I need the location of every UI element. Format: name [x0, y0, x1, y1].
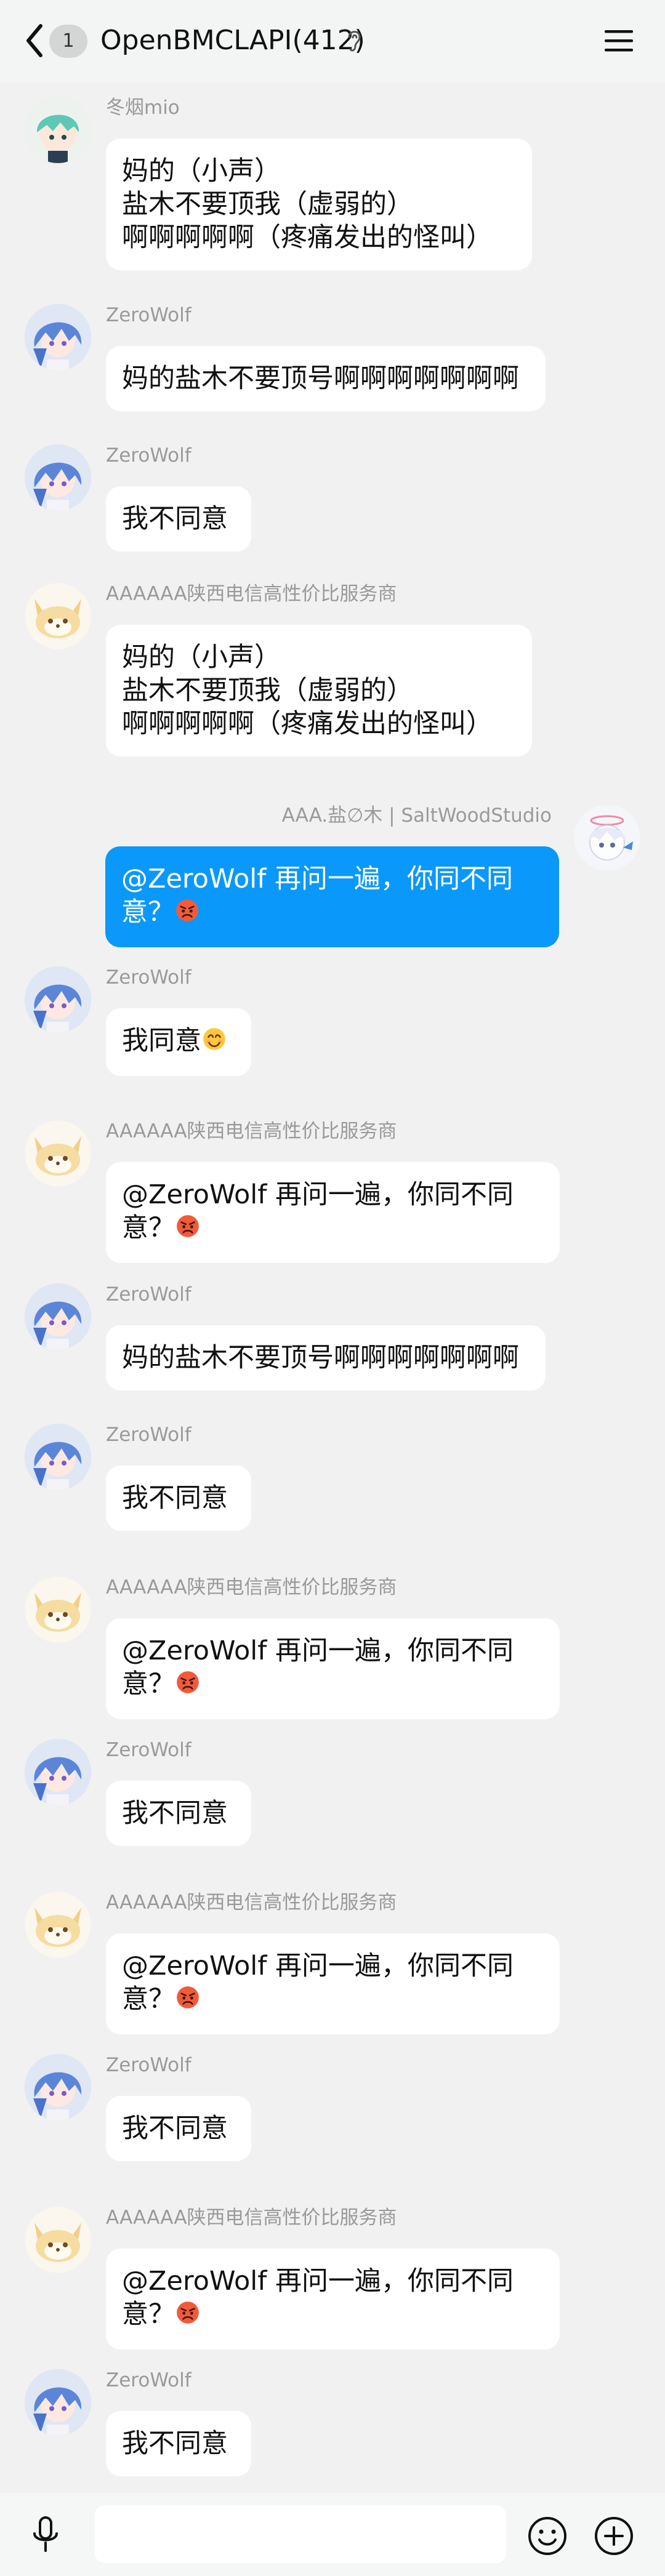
blue-hair-character-avatar[interactable]	[25, 2054, 91, 2121]
fox-avatar[interactable]	[25, 1120, 91, 1187]
blue-hair-character-avatar[interactable]	[25, 444, 91, 511]
message-bubble[interactable]: 我不同意	[106, 1781, 251, 1846]
message-text: 我不同意	[122, 2428, 228, 2459]
ear-icon[interactable]	[345, 27, 363, 54]
sender-name[interactable]: ZeroWolf	[106, 2368, 191, 2393]
sender-name[interactable]: ZeroWolf	[106, 303, 191, 327]
message-text: 我不同意	[122, 1798, 228, 1829]
input-bar	[0, 2493, 665, 2576]
angry-face-emoji	[175, 1984, 201, 2018]
sender-name[interactable]: AAA.盐∅木 | SaltWoodStudio	[282, 803, 552, 828]
green-hair-character-avatar[interactable]	[25, 97, 91, 163]
message-bubble[interactable]: @ZeroWolf 再问一遍，你同不同意？	[106, 1618, 560, 1719]
sender-name[interactable]: ZeroWolf	[106, 1422, 191, 1447]
blue-hair-character-avatar[interactable]	[25, 1739, 91, 1805]
message-bubble[interactable]: 我不同意	[106, 486, 251, 552]
blue-hair-character-avatar[interactable]	[25, 2369, 91, 2436]
sender-name[interactable]: AAAAAA陕西电信高性价比服务商	[106, 2205, 397, 2230]
blue-hair-character-avatar[interactable]	[25, 966, 91, 1033]
blue-hair-character-avatar[interactable]	[25, 1424, 91, 1490]
sender-name[interactable]: ZeroWolf	[106, 443, 191, 468]
sender-name[interactable]: ZeroWolf	[106, 2053, 191, 2077]
chat-title[interactable]: OpenBMCLAPI(412)	[100, 23, 365, 58]
message-input[interactable]	[95, 2505, 506, 2563]
sender-name[interactable]: AAAAAA陕西电信高性价比服务商	[106, 1575, 397, 1600]
unread-count-badge[interactable]: 1	[49, 25, 87, 58]
message-bubble[interactable]: 我不同意	[106, 1466, 251, 1531]
sender-name[interactable]: ZeroWolf	[106, 1282, 191, 1307]
fox-avatar[interactable]	[25, 1576, 91, 1643]
hamburger-menu-icon[interactable]	[603, 28, 634, 53]
angry-face-emoji	[175, 1213, 201, 1247]
message-bubble[interactable]: @ZeroWolf 再问一遍，你同不同意？	[106, 2249, 560, 2349]
blue-hair-character-avatar[interactable]	[25, 1283, 91, 1350]
message-bubble[interactable]: 妈的（小声） 盐木不要顶我（虚弱的） 啊啊啊啊啊（疼痛发出的怪叫）	[106, 625, 532, 756]
fox-avatar[interactable]	[25, 583, 91, 649]
sender-name[interactable]: AAAAAA陕西电信高性价比服务商	[106, 582, 397, 606]
fox-avatar[interactable]	[25, 2207, 91, 2273]
message-bubble[interactable]: @ZeroWolf 再问一遍，你同不同意？	[106, 1933, 560, 2034]
plus-circle-icon[interactable]	[593, 2515, 635, 2557]
message-bubble[interactable]: @ZeroWolf 再问一遍，你同不同意？	[105, 846, 559, 947]
message-bubble[interactable]: 妈的盐木不要顶号啊啊啊啊啊啊啊	[106, 346, 546, 411]
angry-face-emoji	[175, 2300, 201, 2333]
fox-avatar[interactable]	[25, 1892, 91, 1958]
message-text: 妈的盐木不要顶号啊啊啊啊啊啊啊	[122, 363, 519, 394]
message-list[interactable]: 冬烟mio 妈的（小声） 盐木不要顶我（虚弱的） 啊啊啊啊啊（疼痛发出的怪叫） Ze…	[0, 82, 665, 2493]
message-text: 我不同意	[122, 504, 228, 534]
sender-name[interactable]: ZeroWolf	[106, 1738, 191, 1762]
microphone-icon[interactable]	[27, 2515, 64, 2554]
angry-face-emoji	[174, 897, 200, 931]
chevron-left-icon[interactable]	[22, 22, 47, 59]
sender-name[interactable]: ZeroWolf	[106, 965, 191, 990]
message-text: 妈的（小声） 盐木不要顶我（虚弱的） 啊啊啊啊啊（疼痛发出的怪叫）	[122, 642, 493, 739]
message-text: 妈的盐木不要顶号啊啊啊啊啊啊啊	[122, 1342, 519, 1373]
angry-face-emoji	[175, 1669, 201, 1703]
message-bubble[interactable]: 妈的（小声） 盐木不要顶我（虚弱的） 啊啊啊啊啊（疼痛发出的怪叫）	[106, 138, 532, 270]
message-text: 我不同意	[122, 1483, 228, 1514]
message-text: 我同意	[122, 1025, 201, 1056]
chat-header: 1 OpenBMCLAPI(412)	[0, 0, 665, 82]
sender-name[interactable]: AAAAAA陕西电信高性价比服务商	[106, 1119, 397, 1144]
message-bubble[interactable]: 我同意	[106, 1008, 251, 1076]
message-bubble[interactable]: 妈的盐木不要顶号啊啊啊啊啊啊啊	[106, 1325, 546, 1390]
blue-hair-character-avatar[interactable]	[25, 304, 91, 371]
message-bubble[interactable]: @ZeroWolf 再问一遍，你同不同意？	[106, 1162, 560, 1263]
message-text: 我不同意	[122, 2113, 228, 2144]
halo-character-avatar[interactable]	[574, 804, 640, 871]
sender-name[interactable]: AAAAAA陕西电信高性价比服务商	[106, 1890, 397, 1915]
message-text: 妈的（小声） 盐木不要顶我（虚弱的） 啊啊啊啊啊（疼痛发出的怪叫）	[122, 156, 493, 253]
sender-name[interactable]: 冬烟mio	[106, 95, 180, 120]
smiley-face-icon[interactable]	[526, 2515, 568, 2557]
message-bubble[interactable]: 我不同意	[106, 2411, 251, 2476]
smiling-face-emoji	[201, 1026, 227, 1060]
message-bubble[interactable]: 我不同意	[106, 2096, 251, 2161]
